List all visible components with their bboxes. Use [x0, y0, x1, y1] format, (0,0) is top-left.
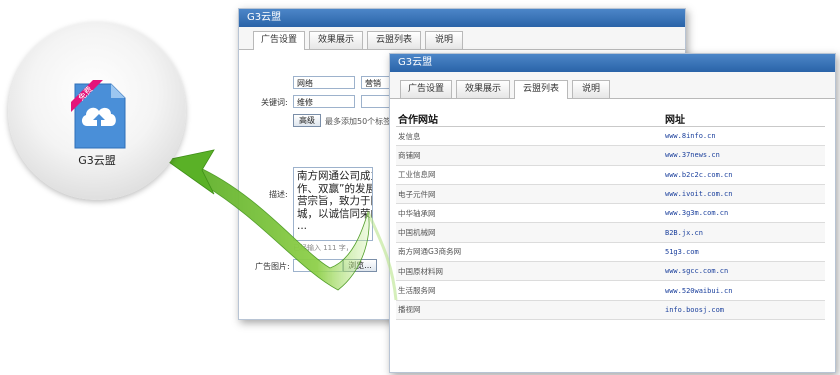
advanced-button[interactable]: 高级 [293, 114, 321, 127]
column-header-url: 网址 [663, 110, 825, 127]
partner-site-name: 工业信息网 [396, 165, 663, 185]
table-row: 中国原材料网 www.sgcc.com.cn [396, 261, 825, 282]
table-row: 中国机械网 B2B.jx.cn [396, 222, 825, 243]
partner-site-name: 发信息 [396, 126, 663, 147]
promo-stage: G3云盟 广告设置 效果展示 云盟列表 说明 关键词: 网络 营销 维修 高级 … [0, 0, 840, 375]
partner-site-name: 商铺网 [396, 145, 663, 166]
tab-ad-settings[interactable]: 广告设置 [253, 31, 305, 50]
tab-union-list[interactable]: 云盟列表 [514, 80, 568, 99]
browse-button[interactable]: 浏览... [343, 259, 377, 272]
partner-site-url[interactable]: www.sgcc.com.cn [663, 261, 825, 282]
table-row: 工业信息网 www.b2c2c.com.cn [396, 165, 825, 185]
table-row: 商铺网 www.37news.cn [396, 145, 825, 166]
partner-site-name: 中华轴承网 [396, 203, 663, 224]
window-title: G3云盟 [390, 54, 835, 72]
partner-site-url[interactable]: info.boosj.com [663, 300, 825, 320]
tab-bar: 广告设置 效果展示 云盟列表 说明 [390, 72, 835, 99]
tag-hint: 最多添加50个标签 [325, 117, 392, 126]
partner-site-url[interactable]: www.520waibui.cn [663, 280, 825, 301]
table-row: 播视网 info.boosj.com [396, 300, 825, 320]
tab-union-list[interactable]: 云盟列表 [367, 31, 421, 49]
app-icon-circle: 免费 G3云盟 [8, 22, 186, 200]
description-textarea[interactable]: 南方网通公司成立于20 作、双赢”的发展理念 营宗旨，致力于网络营 城，以诚信同… [293, 167, 373, 241]
column-header-site: 合作网站 [396, 110, 663, 127]
tab-ad-settings[interactable]: 广告设置 [400, 80, 452, 98]
keyword-label: 关键词: [261, 98, 288, 107]
partner-site-url[interactable]: 51g3.com [663, 242, 825, 263]
partner-site-url[interactable]: www.b2c2c.com.cn [663, 165, 825, 185]
tab-effect-display[interactable]: 效果展示 [309, 31, 363, 49]
table-row: 电子元件网 www.ivoit.com.cn [396, 184, 825, 205]
partner-site-name: 中国机械网 [396, 222, 663, 243]
keyword-input-1[interactable]: 网络 [293, 76, 355, 89]
partner-site-url[interactable]: www.37news.cn [663, 145, 825, 166]
tab-instructions[interactable]: 说明 [425, 31, 463, 49]
table-row: 南方网通G3商务网 51g3.com [396, 242, 825, 263]
window-title: G3云盟 [239, 9, 685, 27]
app-name-label: G3云盟 [78, 154, 116, 167]
table-row: 发信息 www.8info.cn [396, 126, 825, 147]
ad-image-path-input[interactable] [293, 259, 343, 272]
ad-image-label: 广告图片: [255, 262, 290, 271]
partner-sites-table: 合作网站 网址 发信息 www.8info.cn 商铺网 www.37news.cn 工… [396, 110, 825, 320]
keyword-input-3[interactable]: 维修 [293, 95, 355, 108]
table-row: 生活服务网 www.520waibui.cn [396, 280, 825, 301]
partner-site-url[interactable]: www.8info.cn [663, 126, 825, 147]
partner-site-name: 播视网 [396, 300, 663, 320]
tab-bar: 广告设置 效果展示 云盟列表 说明 [239, 27, 685, 50]
cloud-upload-icon[interactable]: 免费 [71, 80, 129, 152]
partner-site-name: 生活服务网 [396, 280, 663, 301]
tab-effect-display[interactable]: 效果展示 [456, 80, 510, 98]
union-list-window: G3云盟 广告设置 效果展示 云盟列表 说明 合作网站 网址 发信息 www.8i… [389, 53, 836, 373]
partner-site-url[interactable]: www.ivoit.com.cn [663, 184, 825, 205]
partner-site-name: 电子元件网 [396, 184, 663, 205]
partner-site-name: 南方网通G3商务网 [396, 242, 663, 263]
partner-site-url[interactable]: B2B.jx.cn [663, 222, 825, 243]
tab-instructions[interactable]: 说明 [572, 80, 610, 98]
char-count-hint: 已经输入 111 字， [293, 244, 353, 252]
description-label: 描述: [269, 190, 288, 199]
table-row: 中华轴承网 www.3g3m.com.cn [396, 203, 825, 224]
partner-site-url[interactable]: www.3g3m.com.cn [663, 203, 825, 224]
partner-site-name: 中国原材料网 [396, 261, 663, 282]
